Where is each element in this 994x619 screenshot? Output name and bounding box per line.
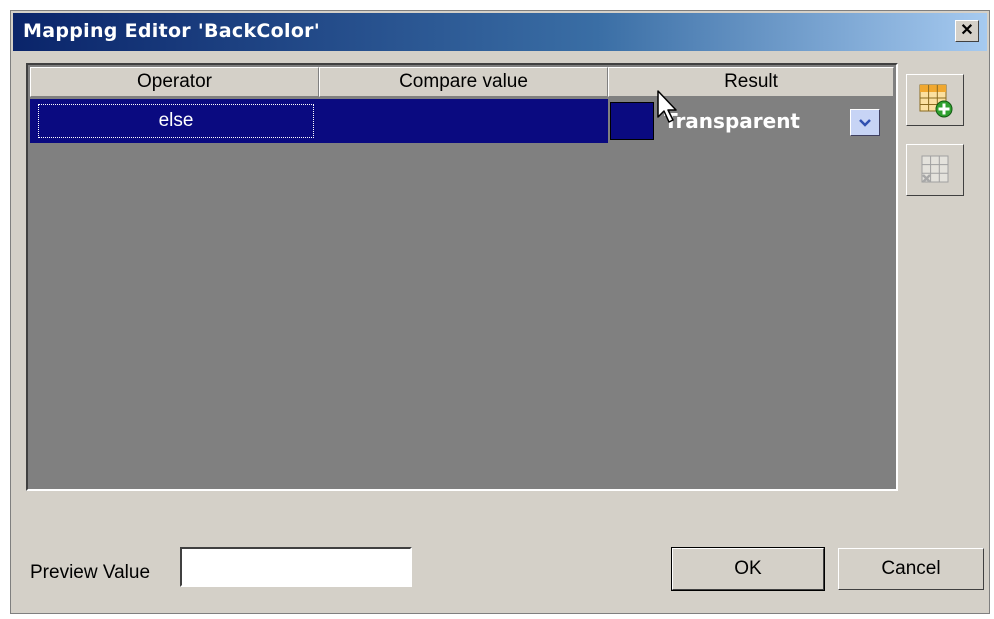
mouse-pointer-icon xyxy=(657,90,677,123)
delete-row-icon xyxy=(921,155,949,183)
table-row[interactable]: else xyxy=(30,99,608,143)
preview-value-input[interactable] xyxy=(180,547,412,587)
close-button[interactable]: ✕ xyxy=(955,20,979,42)
chevron-down-icon xyxy=(859,118,871,127)
result-value[interactable]: Transparent xyxy=(664,109,800,133)
column-header-compare-value[interactable]: Compare value xyxy=(319,67,608,97)
operator-value: else xyxy=(158,110,194,131)
add-row-icon xyxy=(919,84,953,118)
column-header-result[interactable]: Result xyxy=(608,67,894,97)
operator-cell[interactable]: else xyxy=(38,104,314,138)
close-icon: ✕ xyxy=(960,22,974,39)
window-title: Mapping Editor 'BackColor' xyxy=(23,20,320,42)
cancel-button[interactable]: Cancel xyxy=(838,548,984,590)
compare-value-cell[interactable] xyxy=(320,99,608,143)
preview-value-label: Preview Value xyxy=(30,562,151,583)
color-swatch xyxy=(610,102,654,140)
column-header-operator[interactable]: Operator xyxy=(30,67,319,97)
add-row-button[interactable] xyxy=(906,74,964,126)
mapping-grid: Operator Compare value Result else Trans… xyxy=(26,63,898,491)
result-dropdown-button[interactable] xyxy=(850,109,880,136)
title-bar[interactable]: Mapping Editor 'BackColor' ✕ xyxy=(13,13,987,51)
ok-button[interactable]: OK xyxy=(671,547,825,591)
delete-row-button[interactable] xyxy=(906,144,964,196)
